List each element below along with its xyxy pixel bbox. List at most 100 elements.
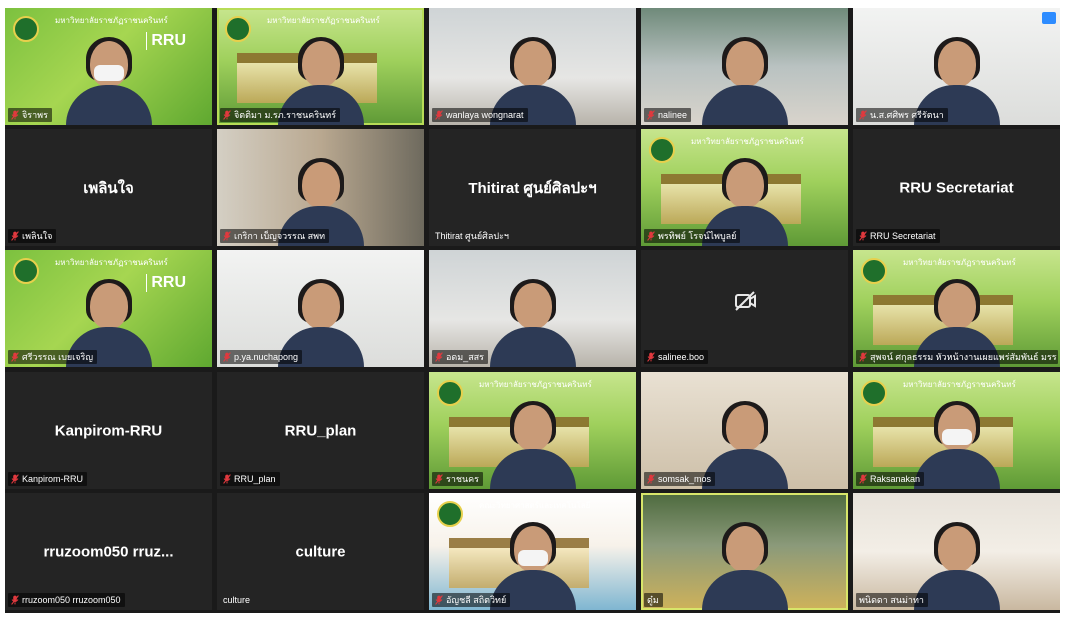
participant-name: สุพจน์ ศกุลธรรม หัวหน้างานเผยแพร่สัมพันธ… [870, 352, 1057, 362]
participant-tile[interactable]: RRU_plan RRU_plan [217, 372, 424, 489]
participant-name-label: ดู๋ม [644, 593, 663, 607]
participant-tile[interactable]: rruzoom050 rruz... rruzoom050 rruzoom050 [5, 493, 212, 610]
participant-tile[interactable]: อดม_สสร [429, 250, 636, 367]
mic-muted-icon [859, 110, 867, 120]
gallery-view: มหาวิทยาลัยราชภัฏราชนครินทร์ RRU จิราพร มหา… [5, 8, 1060, 613]
participant-tile[interactable]: culture culture [217, 493, 424, 610]
participant-name: เพลินใจ [22, 231, 53, 241]
participant-name: อัญชลี สถิตวิทย์ [446, 595, 507, 605]
rru-logo-text: RRU [146, 274, 186, 292]
participant-name: Thitirat ศูนย์ศิลปะฯ [435, 231, 509, 241]
participant-tile[interactable]: มหาวิทยาลัยราชภัฏราชนครินทร์จิตติมา ม.รภ… [217, 8, 424, 125]
participant-name: พนิดดา สนม่าทา [859, 595, 924, 605]
participant-tile[interactable]: น.ส.ศศิพร ศรีรัตนา [853, 8, 1060, 125]
university-seal-icon [13, 16, 39, 42]
participant-name-label: RRU_plan [220, 472, 280, 486]
participant-tile[interactable]: somsak_mos [641, 372, 848, 489]
mic-muted-icon [223, 110, 231, 120]
rru-logo-text: RRU [146, 32, 186, 50]
university-seal-icon [13, 258, 39, 284]
participant-tile[interactable]: พนิดดา สนม่าทา [853, 493, 1060, 610]
mic-muted-icon [435, 352, 443, 362]
participant-name-label: somsak_mos [644, 472, 716, 486]
participant-tile[interactable]: ดู๋ม [641, 493, 848, 610]
participant-name-label: Raksanakan [856, 472, 925, 486]
participant-name-label: พนิดดา สนม่าทา [856, 593, 928, 607]
participant-tile[interactable]: มหาวิทยาลัยราชภัฏราชนครินทร์ RRU จิราพร [5, 8, 212, 125]
participant-name: เกริกา เบ็ญจวรรณ สพท [234, 231, 326, 241]
tile-banner-text: คณะวิทยาศาสตร์และเทคโนโลยี [479, 501, 591, 510]
participant-name-label: salinee.boo [644, 350, 709, 364]
participant-name: nalinee [658, 110, 688, 120]
mic-muted-icon [647, 474, 655, 484]
participant-video [701, 37, 788, 125]
participant-name-label: ราชนคร [432, 472, 484, 486]
mic-muted-icon [223, 231, 231, 241]
participant-tile[interactable]: มหาวิทยาลัยราชภัฏราชนครินทร์ RRU ศรีวรรณ เ… [5, 250, 212, 367]
participant-display-name: rruzoom050 rruz... [43, 543, 174, 560]
participant-tile[interactable]: p.ya.nuchapong [217, 250, 424, 367]
participant-display-name: culture [295, 543, 346, 560]
mic-muted-icon [11, 110, 19, 120]
participant-tile[interactable]: มหาวิทยาลัยราชภัฏราชนครินทร์ ราชนคร [429, 372, 636, 489]
participant-name-label: rruzoom050 rruzoom050 [8, 593, 125, 607]
participant-name: p.ya.nuchapong [234, 352, 299, 362]
participant-tile[interactable]: nalinee [641, 8, 848, 125]
mic-muted-icon [11, 231, 19, 241]
participant-tile[interactable]: เกริกา เบ็ญจวรรณ สพท [217, 129, 424, 246]
participant-tile[interactable]: RRU Secretariat RRU Secretariat [853, 129, 1060, 246]
participant-tile[interactable]: เพลินใจ เพลินใจ [5, 129, 212, 246]
university-seal-icon [437, 380, 463, 406]
camera-off-icon [734, 291, 756, 312]
participant-tile[interactable]: มหาวิทยาลัยราชภัฏราชนครินทร์ พรทิพย์ โรจน… [641, 129, 848, 246]
participant-tile[interactable]: Thitirat ศูนย์ศิลปะฯ Thitirat ศูนย์ศิลปะฯ [429, 129, 636, 246]
participant-video [913, 401, 1000, 489]
participant-tile[interactable]: มหาวิทยาลัยราชภัฏราชนครินทร์ Raksanakan [853, 372, 1060, 489]
participant-tile[interactable]: salinee.boo [641, 250, 848, 367]
participant-name-label: เพลินใจ [8, 229, 57, 243]
participant-name: somsak_mos [658, 474, 712, 484]
mic-muted-icon [647, 231, 655, 241]
participant-video [65, 37, 152, 125]
university-seal-icon [437, 501, 463, 527]
participant-name-label: culture [220, 593, 254, 607]
mic-muted-icon [435, 110, 443, 120]
participant-name: Kanpirom-RRU [22, 474, 84, 484]
mic-muted-icon [435, 474, 443, 484]
participant-name: ราชนคร [446, 474, 480, 484]
participant-name: จิตติมา ม.รภ.ราชนครินทร์ [234, 110, 337, 120]
participant-name: ศรีวรรณ เบยเจริญ [22, 352, 94, 362]
mic-muted-icon [223, 352, 231, 362]
participant-name-label: พรทิพย์ โรจน์ไพบูลย์ [644, 229, 741, 243]
participant-display-name: Kanpirom-RRU [54, 422, 163, 439]
tile-banner-text: มหาวิทยาลัยราชภัฏราชนครินทร์ [903, 380, 1016, 389]
participant-video [489, 279, 576, 367]
tile-banner-text: มหาวิทยาลัยราชภัฏราชนครินทร์ [267, 16, 380, 25]
university-seal-icon [225, 16, 251, 42]
participant-name: ดู๋ม [647, 595, 659, 605]
tile-banner-text: มหาวิทยาลัยราชภัฏราชนครินทร์ [903, 258, 1016, 267]
mic-muted-icon [859, 231, 867, 241]
university-seal-icon [861, 380, 887, 406]
participant-tile[interactable]: Kanpirom-RRU Kanpirom-RRU [5, 372, 212, 489]
tile-banner-text: มหาวิทยาลัยราชภัฏราชนครินทร์ [55, 258, 168, 267]
participant-tile[interactable]: wanlaya wongnarat [429, 8, 636, 125]
participant-name: culture [223, 595, 251, 605]
participant-name-label: nalinee [644, 108, 692, 122]
participant-display-name: เพลินใจ [83, 179, 134, 197]
mic-muted-icon [11, 474, 19, 484]
participant-tile[interactable]: มหาวิทยาลัยราชภัฏราชนครินทร์สุพจน์ ศกุลธ… [853, 250, 1060, 367]
participant-name-label: สุพจน์ ศกุลธรรม หัวหน้างานเผยแพร่สัมพันธ… [856, 350, 1058, 364]
participant-display-name: Thitirat ศูนย์ศิลปะฯ [468, 179, 597, 197]
participant-name: น.ส.ศศิพร ศรีรัตนา [870, 110, 944, 120]
participant-tile[interactable]: คณะวิทยาศาสตร์และเทคโนโลยีอัญชลี สถิตวิท… [429, 493, 636, 610]
participant-name-label: ศรีวรรณ เบยเจริญ [8, 350, 98, 364]
participant-display-name: RRU_plan [284, 422, 357, 439]
more-options-icon[interactable] [1042, 12, 1056, 24]
mic-muted-icon [11, 352, 19, 362]
participant-name: wanlaya wongnarat [446, 110, 524, 120]
mic-muted-icon [11, 595, 19, 605]
participant-name: พรทิพย์ โรจน์ไพบูลย์ [658, 231, 737, 241]
mic-muted-icon [859, 474, 867, 484]
mic-muted-icon [647, 352, 655, 362]
